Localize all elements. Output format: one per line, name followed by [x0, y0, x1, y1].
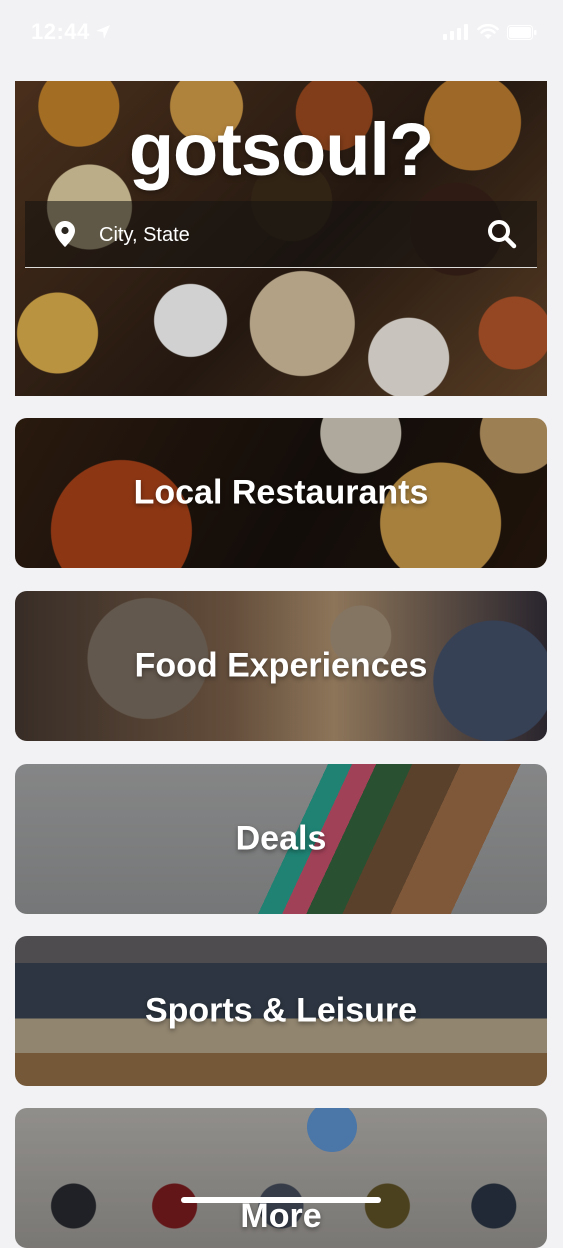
status-bar: 12:44 — [0, 0, 563, 70]
category-card-deals[interactable]: Deals — [15, 764, 547, 914]
category-label: Food Experiences — [134, 646, 428, 685]
location-search-bar[interactable] — [25, 201, 537, 268]
category-card-sports-leisure[interactable]: Sports & Leisure — [15, 936, 547, 1086]
map-pin-icon — [55, 221, 75, 247]
category-label: Sports & Leisure — [144, 991, 418, 1030]
category-card-more[interactable]: More — [15, 1108, 547, 1248]
category-card-food-experiences[interactable]: Food Experiences — [15, 591, 547, 741]
status-icons — [443, 24, 537, 40]
wifi-icon — [477, 24, 499, 39]
category-card-local-restaurants[interactable]: Local Restaurants — [15, 418, 547, 568]
home-indicator[interactable] — [181, 1197, 381, 1203]
battery-icon — [507, 25, 537, 40]
location-arrow-icon — [96, 25, 110, 39]
category-label: Deals — [235, 819, 327, 858]
app-title: gotsoul? — [128, 108, 434, 191]
search-icon[interactable] — [487, 219, 517, 249]
vk-logo-icon — [307, 1108, 357, 1152]
status-time: 12:44 — [31, 19, 90, 44]
hero-banner: gotsoul? — [15, 81, 547, 396]
location-input[interactable] — [97, 213, 471, 257]
cellular-signal-icon — [443, 24, 468, 40]
category-label: Local Restaurants — [133, 473, 429, 512]
